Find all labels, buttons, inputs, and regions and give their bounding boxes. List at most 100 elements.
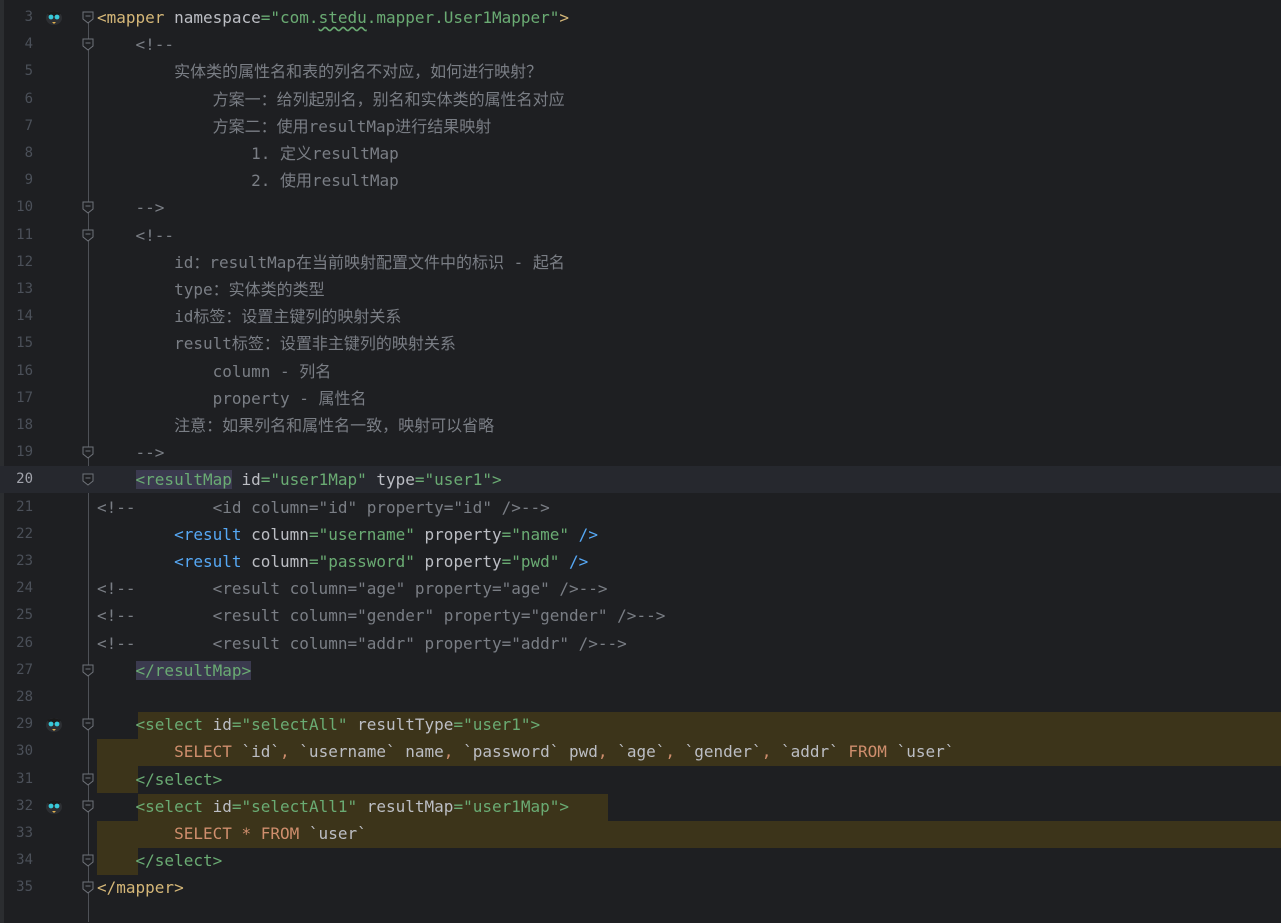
line-number[interactable]: 27 bbox=[0, 657, 33, 684]
fold-marker-icon[interactable] bbox=[82, 473, 94, 487]
line-number[interactable]: 19 bbox=[0, 439, 33, 466]
line-number[interactable]: 23 bbox=[0, 548, 33, 575]
code-line[interactable]: 10 --> bbox=[0, 194, 1281, 221]
code-line[interactable]: 24 <!-- <result column="age" property="ag… bbox=[0, 575, 1281, 602]
fold-marker-icon[interactable] bbox=[82, 11, 94, 24]
code-text[interactable]: <!-- <id column="id" property="id" />--> bbox=[97, 494, 550, 521]
code-text[interactable]: --> bbox=[97, 194, 165, 221]
code-text[interactable]: <!-- <result column="gender" property="g… bbox=[97, 602, 665, 629]
line-number[interactable]: 34 bbox=[0, 847, 33, 874]
fold-marker-icon[interactable] bbox=[82, 773, 94, 786]
fold-marker-icon[interactable] bbox=[82, 38, 94, 51]
line-number[interactable]: 3 bbox=[0, 4, 33, 31]
code-text[interactable]: id：resultMap在当前映射配置文件中的标识 - 起名 bbox=[97, 249, 565, 276]
line-number[interactable]: 15 bbox=[0, 330, 33, 357]
code-line[interactable]: 8 1. 定义resultMap bbox=[0, 140, 1281, 167]
code-text[interactable]: <!-- bbox=[97, 222, 175, 249]
line-number[interactable]: 14 bbox=[0, 303, 33, 330]
code-text[interactable]: column - 列名 bbox=[97, 358, 332, 385]
line-number[interactable]: 35 bbox=[0, 874, 33, 901]
line-number[interactable]: 6 bbox=[0, 86, 33, 113]
line-number[interactable]: 16 bbox=[0, 358, 33, 385]
code-text[interactable]: result标签：设置非主键列的映射关系 bbox=[97, 330, 456, 357]
code-text[interactable]: property - 属性名 bbox=[97, 385, 367, 412]
line-number[interactable]: 7 bbox=[0, 113, 33, 140]
code-text[interactable]: <select id="selectAll1" resultMap="user1… bbox=[97, 793, 570, 820]
code-line[interactable]: 12 id：resultMap在当前映射配置文件中的标识 - 起名 bbox=[0, 249, 1281, 276]
line-number[interactable]: 17 bbox=[0, 385, 33, 412]
line-number[interactable]: 26 bbox=[0, 630, 33, 657]
line-number[interactable]: 21 bbox=[0, 494, 33, 521]
line-number[interactable]: 20 bbox=[0, 466, 33, 493]
code-text[interactable]: <mapper namespace="com.stedu.mapper.User… bbox=[97, 4, 569, 31]
code-text[interactable]: type：实体类的类型 bbox=[97, 276, 325, 303]
line-number[interactable]: 10 bbox=[0, 194, 33, 221]
code-line[interactable]: 31 </select> bbox=[0, 766, 1281, 793]
code-text[interactable]: <result column="username" property="name… bbox=[97, 521, 598, 548]
fold-marker-icon[interactable] bbox=[82, 446, 94, 459]
line-number[interactable]: 11 bbox=[0, 222, 33, 249]
code-text[interactable]: <!-- <result column="age" property="age"… bbox=[97, 575, 608, 602]
code-line[interactable]: 23 <result column="password" property="p… bbox=[0, 548, 1281, 575]
code-line[interactable]: 13 type：实体类的类型 bbox=[0, 276, 1281, 303]
code-text[interactable]: 实体类的属性名和表的列名不对应，如何进行映射？ bbox=[97, 58, 542, 85]
code-text[interactable]: <!-- <result column="addr" property="add… bbox=[97, 630, 627, 657]
line-number[interactable]: 24 bbox=[0, 575, 33, 602]
code-line[interactable]: 15 result标签：设置非主键列的映射关系 bbox=[0, 330, 1281, 357]
code-line[interactable]: 33 SELECT * FROM `user` bbox=[0, 820, 1281, 847]
code-editor[interactable]: 3 <mapper namespace="com.stedu.mapper.Use… bbox=[0, 0, 1281, 923]
code-text[interactable]: <select id="selectAll" resultType="user1… bbox=[97, 711, 541, 738]
line-number[interactable]: 25 bbox=[0, 602, 33, 629]
fold-marker-icon[interactable] bbox=[82, 718, 94, 731]
code-line[interactable]: 26 <!-- <result column="addr" property="a… bbox=[0, 630, 1281, 657]
line-number[interactable]: 13 bbox=[0, 276, 33, 303]
code-line[interactable]: 17 property - 属性名 bbox=[0, 385, 1281, 412]
code-line[interactable]: 14 id标签：设置主键列的映射关系 bbox=[0, 303, 1281, 330]
code-text[interactable]: </select> bbox=[97, 847, 223, 874]
fold-marker-icon[interactable] bbox=[82, 854, 94, 867]
line-number[interactable]: 31 bbox=[0, 766, 33, 793]
code-text[interactable]: 1. 定义resultMap bbox=[97, 140, 399, 167]
code-text[interactable]: 方案一：给列起别名，别名和实体类的属性名对应 bbox=[97, 86, 565, 113]
code-text[interactable]: SELECT `id`, `username` name, `password`… bbox=[97, 738, 954, 765]
mybatis-bird-icon[interactable] bbox=[44, 797, 64, 815]
code-line[interactable]: 25 <!-- <result column="gender" property=… bbox=[0, 602, 1281, 629]
code-line[interactable]: 32 <select id="selectAll1" resultMap="us… bbox=[0, 793, 1281, 820]
code-line[interactable]: 19 --> bbox=[0, 439, 1281, 466]
line-number[interactable]: 8 bbox=[0, 140, 33, 167]
code-line[interactable]: 29 <select id="selectAll" resultType="us… bbox=[0, 711, 1281, 738]
fold-marker-icon[interactable] bbox=[82, 664, 94, 677]
fold-marker-icon[interactable] bbox=[82, 881, 94, 895]
code-text[interactable]: 方案二：使用resultMap进行结果映射 bbox=[97, 113, 492, 140]
code-text[interactable]: 注意：如果列名和属性名一致，映射可以省略 bbox=[97, 412, 494, 439]
code-line[interactable]: 4 <!-- bbox=[0, 31, 1281, 58]
code-text[interactable]: <!-- bbox=[97, 31, 175, 58]
code-line[interactable]: 21 <!-- <id column="id" property="id" />-… bbox=[0, 494, 1281, 521]
line-number[interactable]: 4 bbox=[0, 31, 33, 58]
line-number[interactable]: 30 bbox=[0, 738, 33, 765]
code-line[interactable]: 18 注意：如果列名和属性名一致，映射可以省略 bbox=[0, 412, 1281, 439]
code-line[interactable]: 34 </select> bbox=[0, 847, 1281, 874]
line-number[interactable]: 5 bbox=[0, 58, 33, 85]
code-line[interactable]: 3 <mapper namespace="com.stedu.mapper.Use… bbox=[0, 4, 1281, 31]
fold-marker-icon[interactable] bbox=[82, 800, 94, 813]
code-line[interactable]: 28 bbox=[0, 684, 1281, 711]
line-number[interactable]: 33 bbox=[0, 820, 33, 847]
code-text[interactable]: SELECT * FROM `user` bbox=[97, 820, 367, 847]
mybatis-bird-icon[interactable] bbox=[44, 715, 64, 733]
code-text[interactable]: <resultMap id="user1Map" type="user1"> bbox=[97, 466, 502, 493]
code-text[interactable]: --> bbox=[97, 439, 165, 466]
fold-marker-icon[interactable] bbox=[82, 229, 94, 242]
line-number[interactable]: 18 bbox=[0, 412, 33, 439]
code-line[interactable]: 20 <resultMap id="user1Map" type="user1"… bbox=[0, 466, 1281, 494]
line-number[interactable]: 28 bbox=[0, 684, 33, 711]
fold-marker-icon[interactable] bbox=[82, 201, 94, 215]
code-text[interactable]: </select> bbox=[97, 766, 223, 793]
line-number[interactable]: 32 bbox=[0, 793, 33, 820]
code-text[interactable]: 2. 使用resultMap bbox=[97, 167, 399, 194]
line-number[interactable]: 29 bbox=[0, 711, 33, 738]
code-line[interactable]: 22 <result column="username" property="n… bbox=[0, 521, 1281, 548]
code-text[interactable]: </resultMap> bbox=[97, 657, 252, 684]
code-line[interactable]: 5 实体类的属性名和表的列名不对应，如何进行映射？ bbox=[0, 58, 1281, 85]
code-text[interactable]: <result column="password" property="pwd"… bbox=[97, 548, 588, 575]
